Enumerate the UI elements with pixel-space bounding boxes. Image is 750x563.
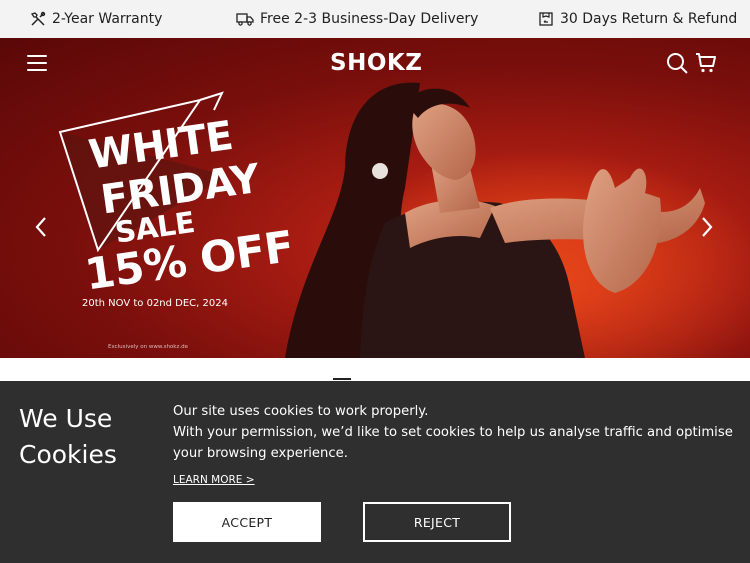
search-icon[interactable] (666, 52, 688, 74)
promo-graphic: WHITE FRIDAY SALE 15% OFF 20th NOV to 02… (0, 38, 300, 358)
announcement-bar: 2-Year Warranty Free 2-3 Business-Day De… (0, 0, 750, 38)
cookie-text-line2: With your permission, we’d like to set c… (173, 425, 733, 461)
accept-button[interactable]: ACCEPT (173, 502, 321, 542)
slider-pagination (0, 358, 750, 382)
logo[interactable]: SHOKZ (330, 50, 422, 76)
warranty-notice: 2-Year Warranty (30, 0, 162, 38)
cookie-title: We Use Cookies (19, 404, 117, 469)
cookie-description: Our site uses cookies to work properly. … (173, 401, 743, 464)
chevron-left-icon[interactable] (34, 216, 48, 238)
slider-dot-active[interactable] (333, 378, 351, 380)
learn-more-link[interactable]: LEARN MORE > (173, 474, 255, 486)
return-text: 30 Days Return & Refund (560, 11, 738, 27)
return-notice: 30 Days Return & Refund (538, 0, 737, 38)
chevron-right-icon[interactable] (700, 216, 714, 238)
cookie-text-line1: Our site uses cookies to work properly. (173, 404, 429, 419)
warranty-text: 2-Year Warranty (52, 11, 163, 27)
tools-icon (30, 11, 46, 26)
cart-icon[interactable] (695, 52, 717, 74)
cookie-banner: We Use Cookies Our site uses cookies to … (0, 381, 750, 563)
reject-button[interactable]: REJECT (363, 502, 511, 542)
promo-dates: 20th NOV to 02nd DEC, 2024 (82, 298, 228, 309)
delivery-text: Free 2-3 Business-Day Delivery (260, 11, 479, 27)
promo-fine-print: Exclusively on www.shokz.de (108, 344, 188, 350)
truck-icon (236, 13, 254, 26)
menu-button[interactable] (27, 54, 49, 72)
return-box-icon (539, 12, 553, 26)
delivery-notice: Free 2-3 Business-Day Delivery (236, 0, 478, 38)
hero-banner[interactable]: WHITE FRIDAY SALE 15% OFF 20th NOV to 02… (0, 38, 750, 358)
